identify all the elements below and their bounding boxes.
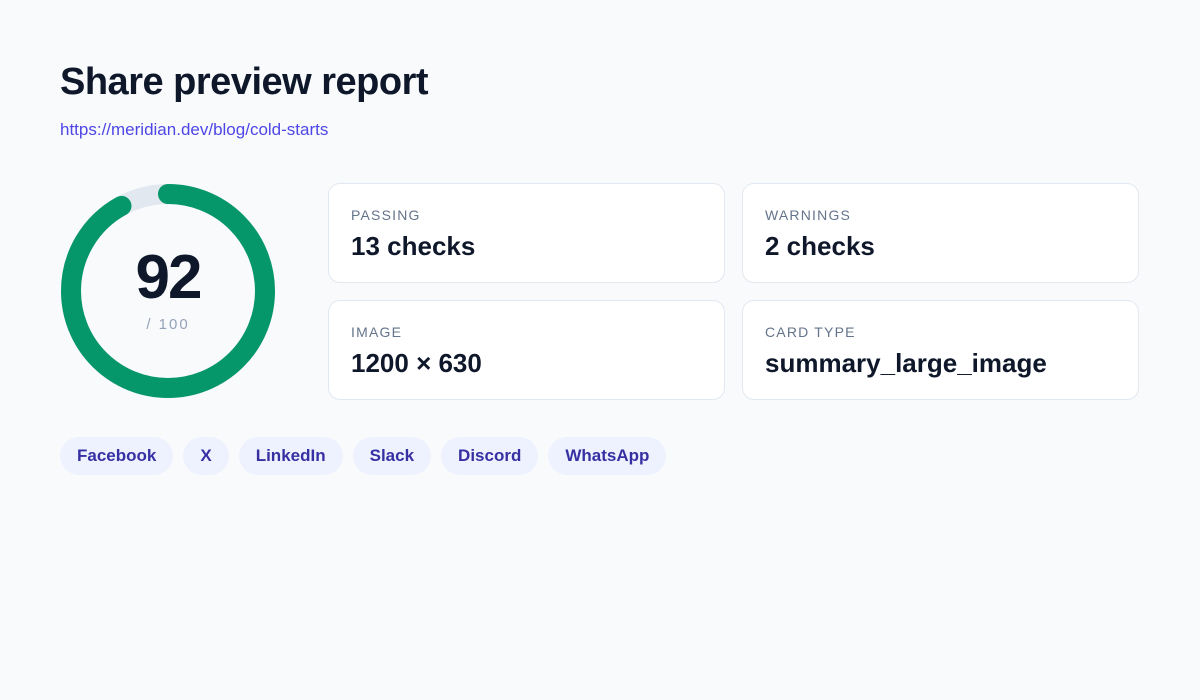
stat-label: CARD TYPE (765, 324, 856, 340)
stat-label: WARNINGS (765, 207, 852, 223)
stat-value: 13 checks (351, 231, 476, 261)
stats-grid: PASSING 13 checks WARNINGS 2 checks IMAG… (328, 183, 1139, 400)
stat-card-card-type: CARD TYPE summary_large_image (742, 300, 1139, 400)
report-url-link[interactable]: https://meridian.dev/blog/cold-starts (60, 119, 328, 141)
summary-section: 92 / 100 PASSING 13 checks WARNINGS 2 ch… (60, 183, 1140, 400)
platform-chip-discord[interactable]: Discord (441, 437, 539, 475)
platform-chip-slack[interactable]: Slack (352, 437, 432, 475)
score-max: / 100 (146, 316, 190, 333)
stat-card-warnings: WARNINGS 2 checks (742, 183, 1139, 283)
platform-chip-x[interactable]: X (183, 437, 229, 475)
platform-chip-linkedin[interactable]: LinkedIn (238, 437, 343, 475)
platform-tabs: Facebook X LinkedIn Slack Discord WhatsA… (60, 437, 1140, 475)
stat-value: 2 checks (765, 231, 875, 261)
stat-card-passing: PASSING 13 checks (328, 183, 725, 283)
stat-value: 1200 × 630 (351, 348, 482, 378)
platform-chip-facebook[interactable]: Facebook (60, 437, 174, 475)
share-preview-report: Share preview report https://meridian.de… (0, 0, 1200, 700)
stat-card-image: IMAGE 1200 × 630 (328, 300, 725, 400)
stat-label: PASSING (351, 207, 421, 223)
stat-label: IMAGE (351, 324, 403, 340)
score-gauge: 92 / 100 (60, 183, 276, 399)
stat-value: summary_large_image (765, 348, 1047, 378)
score-value: 92 (135, 243, 203, 312)
page-title: Share preview report (60, 61, 429, 103)
platform-chip-whatsapp[interactable]: WhatsApp (548, 437, 667, 475)
